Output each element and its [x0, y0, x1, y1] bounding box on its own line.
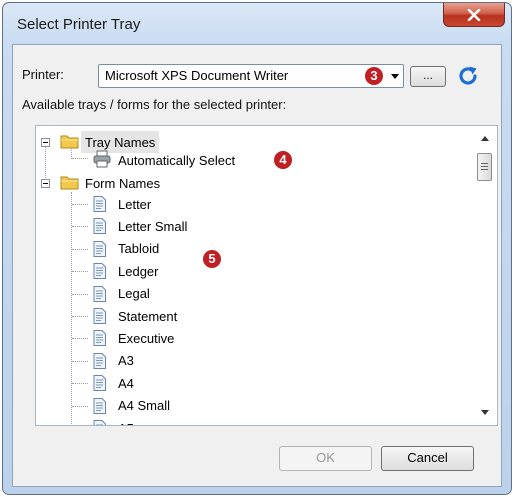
grip-line [481, 169, 488, 170]
tray-form-tree[interactable]: Tray Names Automatically Select 4 Form N… [35, 125, 498, 426]
form-document-icon [93, 330, 106, 347]
tree-item-form[interactable]: Ledger [118, 260, 158, 282]
tree-item-form[interactable]: Legal [118, 283, 150, 305]
close-icon [467, 8, 481, 21]
window-title: Select Printer Tray [17, 16, 141, 33]
printer-select-value: Microsoft XPS Document Writer [105, 68, 289, 83]
scroll-down-arrow-icon[interactable] [481, 410, 489, 415]
tree-item-label: Tabloid [118, 241, 160, 257]
tree-content: Tray Names Automatically Select 4 Form N… [36, 126, 474, 425]
tree-connector [72, 316, 88, 317]
tree-item-label: Letter [118, 196, 152, 212]
available-trays-label: Available trays / forms for the selected… [22, 97, 287, 112]
form-document-icon [93, 196, 106, 212]
tree-item-label: A3 [118, 353, 134, 369]
scrollbar-thumb[interactable] [477, 153, 492, 181]
tree-connector [72, 405, 88, 407]
tree-connector [72, 248, 88, 250]
tree-item-form[interactable]: Tabloid [118, 238, 159, 260]
form-document-icon [93, 240, 106, 257]
refresh-icon[interactable] [456, 64, 480, 88]
tree-item-form[interactable]: A3 [118, 350, 134, 372]
tree-connector [72, 204, 88, 205]
tree-connector [72, 271, 88, 273]
vertical-scrollbar[interactable] [473, 126, 497, 425]
tree-item-form[interactable]: A4 [118, 372, 134, 394]
printer-label: Printer: [22, 67, 64, 82]
browse-button[interactable]: ... [410, 66, 446, 87]
folder-icon [60, 135, 79, 149]
tree-item-automatically-select[interactable]: Automatically Select [118, 149, 235, 171]
scroll-up-arrow-icon[interactable] [481, 136, 489, 141]
tree-group-label: Tray Names [85, 134, 156, 150]
printer-icon [93, 150, 111, 168]
tree-group-form-names[interactable]: Form Names [85, 172, 160, 194]
close-button[interactable] [443, 3, 505, 27]
grip-line [481, 166, 488, 167]
form-document-icon [93, 375, 106, 392]
form-document-icon [93, 285, 106, 302]
tree-item-label: Executive [118, 330, 175, 346]
cancel-button[interactable]: Cancel [381, 446, 474, 471]
ok-button[interactable]: OK [279, 446, 372, 471]
tree-item-label: Ledger [118, 263, 159, 279]
form-document-icon [93, 218, 106, 235]
title-bar[interactable]: Select Printer Tray [3, 3, 511, 43]
tree-group-label: Form Names [85, 175, 161, 191]
tree-item-label: A4 [118, 375, 134, 391]
folder-icon [60, 176, 79, 190]
form-document-icon [93, 397, 106, 414]
tree-item-label: A5 [118, 421, 134, 426]
tree-item-label: A4 Small [118, 398, 171, 414]
callout-badge-auto-select: 4 [274, 151, 292, 169]
tree-connector [72, 360, 88, 362]
tree-item-form[interactable]: Statement [118, 305, 177, 327]
tree-item-label: Automatically Select [118, 152, 236, 168]
callout-badge-forms: 5 [203, 250, 221, 268]
chevron-down-icon[interactable] [391, 74, 399, 79]
form-document-icon [93, 308, 106, 324]
tree-connector [72, 338, 88, 340]
collapse-toggle-form-names[interactable] [41, 179, 50, 188]
tree-connector [72, 226, 88, 228]
tree-connector [72, 158, 88, 159]
tree-item-label: Legal [118, 286, 150, 302]
tree-item-label: Statement [118, 308, 178, 324]
form-document-icon [93, 420, 106, 425]
form-document-icon [93, 263, 106, 280]
collapse-toggle-tray-names[interactable] [41, 138, 50, 147]
printer-select[interactable]: Microsoft XPS Document Writer [98, 64, 404, 88]
tree-connector [72, 293, 88, 295]
tree-item-form[interactable]: Letter [118, 193, 151, 215]
tree-item-label: Letter Small [118, 218, 188, 234]
tree-item-form[interactable]: A5 [118, 417, 134, 426]
tree-connector [72, 383, 88, 385]
form-document-icon [93, 352, 106, 369]
grip-line [481, 163, 488, 164]
callout-badge-printer: 3 [365, 67, 383, 85]
tree-item-form[interactable]: Executive [118, 327, 174, 349]
tree-item-form[interactable]: Letter Small [118, 215, 187, 237]
tree-item-form[interactable]: A4 Small [118, 395, 170, 417]
